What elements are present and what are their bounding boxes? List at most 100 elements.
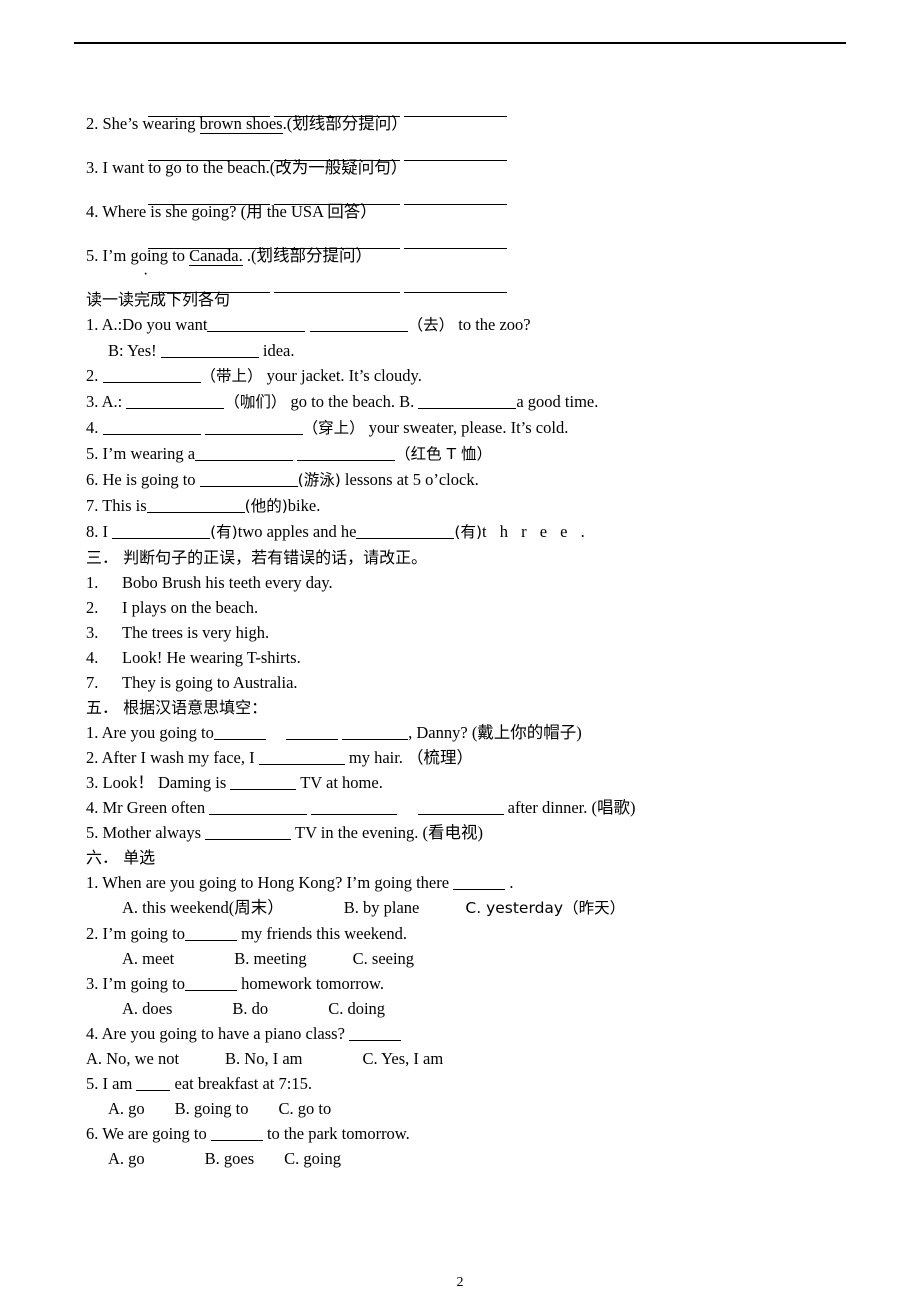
item-underlined-phrase: Canada. [189,246,243,266]
item-number: 1. [86,573,99,592]
fill-blank[interactable] [185,974,237,991]
fill-blank[interactable] [342,723,409,740]
fill-blank[interactable] [258,748,345,765]
fill-blank[interactable] [213,723,266,740]
answer-rule[interactable] [148,180,876,205]
mc-choice-b[interactable]: B. No, I am [225,1046,302,1071]
q1-prefix: 1. Are you going to [86,723,214,742]
answer-rule-segment[interactable] [274,278,400,293]
section-six-heading: 六． 单选 [86,845,876,870]
mc-choice-a[interactable]: A. No, we not [86,1046,179,1071]
mc-choice-b[interactable]: B. goes [205,1146,255,1171]
fill-blank[interactable] [210,1124,263,1141]
section-true-false: 三． 判断句子的正误，若有错误的话，请改正。 1. Bobo Brush his … [86,545,876,695]
list-item: 3. The trees is very high. [86,620,876,645]
mc-question-stem: 1. When are you going to Hong Kong? I’m … [86,870,876,895]
fill-blank[interactable] [453,873,506,890]
answer-rule-segment[interactable] [404,102,507,117]
answer-rule-segment[interactable] [148,234,270,249]
question-5-5: 5. Mother always TV in the evening. (看电视… [86,820,876,845]
answer-rule[interactable] [143,262,876,293]
answer-rule-segment[interactable] [404,190,507,205]
mc-choice-b[interactable]: B. going to [175,1096,249,1121]
fill-blank[interactable] [160,341,259,358]
q1b-prefix: B: Yes! [108,341,157,360]
answer-rule-segment[interactable] [148,102,270,117]
fill-blank[interactable] [112,522,211,539]
answer-rule-segment[interactable] [148,190,270,205]
section-six-heading-text: 六． 单选 [86,848,156,867]
mc-question-stem: 5. I am eat breakfast at 7:15. [86,1071,876,1096]
fill-blank[interactable] [356,522,455,539]
fill-blank[interactable] [207,315,306,332]
mc-choice-c[interactable]: C. yesterday（昨天） [465,896,625,921]
fill-blank[interactable] [204,418,303,435]
item-number: 4. [86,202,99,221]
mc-choice-c[interactable]: C. going [284,1146,341,1171]
question-5-4: 4. Mr Green often after dinner. (唱歌) [86,795,876,820]
question-2-8: 8. I (有)two apples and he (有)t h r e e . [86,519,876,545]
section-three-heading-text: 三． 判断句子的正误，若有错误的话，请改正。 [86,548,428,567]
q6-hint: (游泳) [297,471,341,489]
answer-rule-segment[interactable] [404,278,507,293]
fill-blank[interactable] [195,444,294,461]
mc-choice-c[interactable]: C. go to [278,1096,331,1121]
question-2-3: 3. A.: （咖们） go to the beach. B. a good t… [86,389,876,415]
item-text: Look! He wearing T-shirts. [122,648,301,667]
answer-rule-segment[interactable] [404,146,507,161]
fill-blank[interactable] [417,798,504,815]
page-footer: 2 [0,1275,920,1291]
mc-choice-b[interactable]: B. by plane [344,895,420,920]
fill-blank[interactable] [102,366,201,383]
fill-blank[interactable] [418,392,517,409]
mc-choice-b[interactable]: B. do [232,996,268,1021]
mc-choice-a[interactable]: A. meet [122,946,174,971]
q6-prefix: 6. He is going to [86,470,196,489]
q1a-prefix: 1. A.:Do you want [86,315,208,334]
fill-blank[interactable] [349,1024,402,1041]
fill-blank[interactable] [286,723,338,740]
fill-blank[interactable] [185,924,237,941]
item-number: 7. [86,673,99,692]
mc-choice-b[interactable]: B. meeting [234,946,306,971]
mc-choice-a[interactable]: A. go [108,1096,145,1121]
mc-choice-a[interactable]: A. does [122,996,172,1021]
answer-rule[interactable] [148,224,876,249]
q5-hint: （红色 T 恤） [395,445,492,463]
q1a-hint: （去） [407,316,455,334]
fill-blank[interactable] [230,773,297,790]
fill-blank[interactable] [136,1074,171,1091]
mc-question-stem: 3. I’m going to homework tomorrow. [86,971,876,996]
q7-prefix: 7. This is [86,496,147,515]
mc-choice-c[interactable]: C. doing [328,996,385,1021]
fill-blank[interactable] [146,496,245,513]
answer-rule[interactable] [148,92,876,117]
stem-suffix: . [505,873,514,892]
answer-rule[interactable] [148,136,876,161]
answer-rule-segment[interactable] [274,146,400,161]
fill-blank[interactable] [297,444,396,461]
fill-blank[interactable] [309,315,408,332]
mc-choice-a[interactable]: A. go [108,1146,145,1171]
list-item: 7. They is going to Australia. [86,670,876,695]
fill-blank[interactable] [209,798,308,815]
list-item: 2. I plays on the beach. [86,595,876,620]
answer-rule-segment[interactable] [404,234,507,249]
answer-rule-segment[interactable] [148,278,270,293]
answer-rule-segment[interactable] [274,102,400,117]
fill-blank[interactable] [102,418,201,435]
q4-hint: （穿上） [302,419,365,437]
fill-blank[interactable] [205,823,292,840]
item-number: 2. [86,598,99,617]
fill-blank[interactable] [311,798,398,815]
answer-rule-segment[interactable] [274,190,400,205]
answer-rule-segment[interactable] [274,234,400,249]
mc-choice-a[interactable]: A. this weekend(周末） [122,895,284,920]
mc-choice-c[interactable]: C. Yes, I am [362,1046,443,1071]
fill-blank[interactable] [199,470,298,487]
mc-choice-c[interactable]: C. seeing [353,946,414,971]
fill-blank[interactable] [126,392,225,409]
stem-suffix: to the park tomorrow. [262,1124,410,1143]
stem-prefix: 3. I’m going to [86,974,185,993]
answer-rule-segment[interactable] [148,146,270,161]
